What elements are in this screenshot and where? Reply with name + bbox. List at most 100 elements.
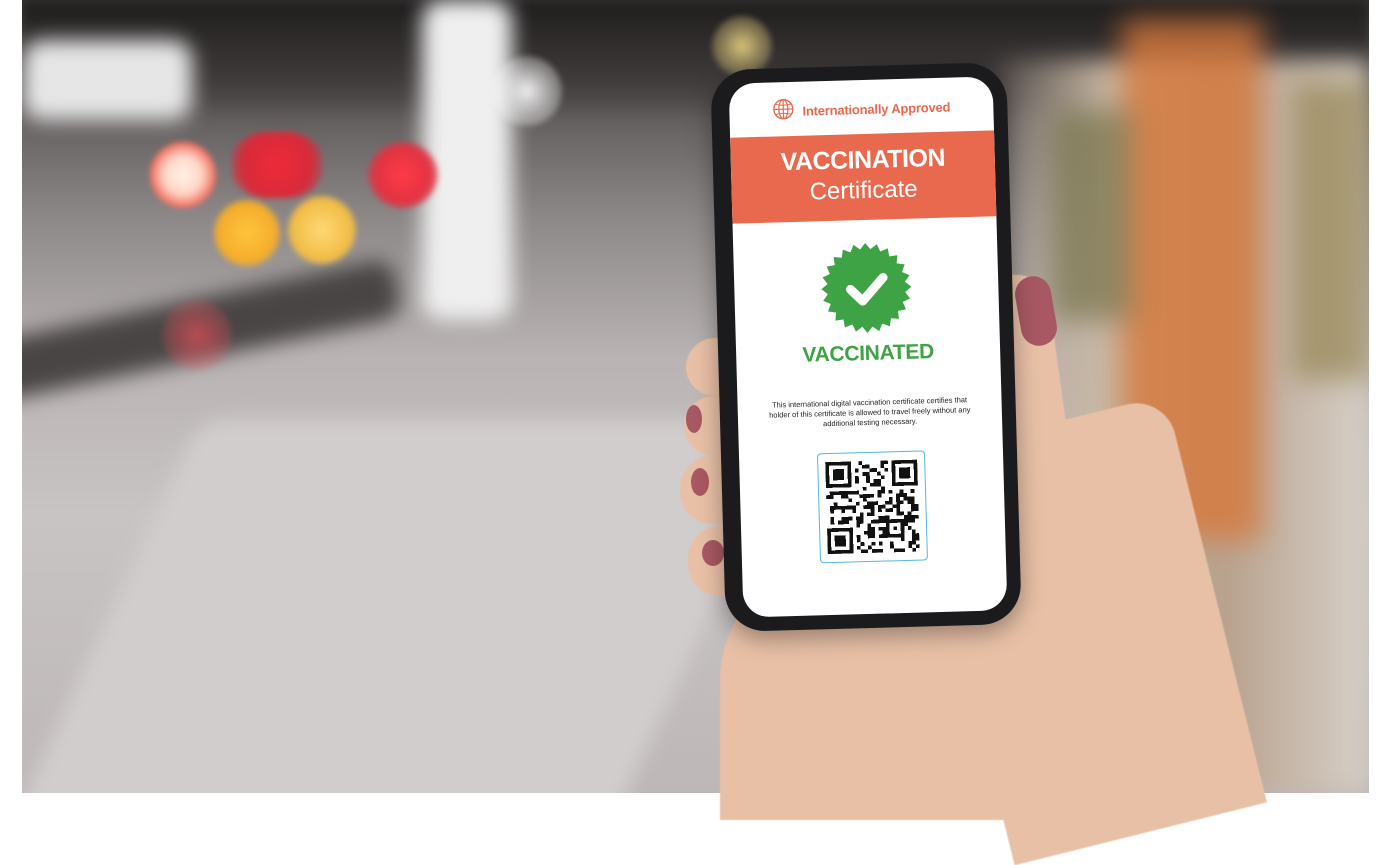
- qr-module: [907, 514, 912, 519]
- qr-module: [908, 544, 913, 549]
- qr-module: [844, 505, 849, 510]
- qr-module: [854, 468, 859, 473]
- qr-module: [859, 512, 864, 517]
- qr-module: [881, 489, 885, 494]
- bokeh-light: [492, 56, 562, 126]
- qr-module: [910, 500, 915, 504]
- qr-module: [848, 490, 852, 495]
- qr-module: [914, 507, 919, 512]
- qr-module: [862, 464, 866, 469]
- qr-module: [880, 475, 885, 480]
- qr-module: [867, 523, 872, 528]
- qr-module: [859, 516, 864, 521]
- qr-module: [893, 526, 898, 531]
- qr-module: [882, 526, 887, 531]
- qr-module: [826, 495, 830, 499]
- qr-module: [881, 486, 885, 491]
- qr-module: [884, 460, 888, 465]
- qr-module: [862, 486, 867, 491]
- qr-module: [868, 545, 872, 550]
- qr-module: [848, 516, 853, 521]
- qr-module: [834, 535, 846, 547]
- qr-module: [874, 501, 878, 505]
- qr-module: [878, 526, 883, 531]
- qr-module: [911, 529, 916, 534]
- qr-module: [873, 479, 878, 483]
- qr-module: [889, 508, 893, 512]
- qr-module: [878, 519, 883, 524]
- qr-module: [852, 505, 856, 510]
- qr-module: [882, 534, 887, 538]
- smartphone: Internationally Approved VACCINATION Cer…: [710, 61, 1022, 633]
- qr-module: [870, 504, 875, 509]
- approved-label: Internationally Approved: [802, 99, 951, 119]
- qr-module: [885, 515, 890, 520]
- pillar-glow: [422, 0, 512, 320]
- qr-module: [848, 505, 853, 510]
- qr-module: [896, 507, 901, 512]
- qr-module: [892, 504, 897, 509]
- finger-nail: [702, 540, 724, 566]
- qr-module: [907, 496, 911, 501]
- qr-module: [866, 494, 871, 498]
- qr-module: [871, 549, 876, 553]
- qr-module: [844, 494, 849, 499]
- qr-module: [896, 504, 901, 509]
- qr-module: [870, 493, 875, 498]
- qr-module: [896, 511, 901, 516]
- qr-module: [841, 509, 846, 514]
- qr-module: [900, 537, 905, 542]
- qr-module: [875, 549, 880, 553]
- qr-module: [844, 490, 849, 495]
- qr-module: [830, 506, 834, 510]
- qr-module: [903, 493, 908, 497]
- qr-module: [870, 508, 875, 513]
- qr-module: [867, 534, 872, 539]
- qr-module: [907, 518, 912, 523]
- qr-module: [870, 512, 875, 517]
- qr-module: [877, 482, 882, 487]
- qr-module: [881, 504, 886, 509]
- qr-module: [837, 505, 842, 510]
- qr-module: [871, 527, 875, 531]
- qr-module: [830, 517, 835, 521]
- qr-module: [845, 516, 849, 521]
- qr-module: [899, 500, 904, 505]
- globe-icon: [772, 98, 795, 126]
- qr-module: [878, 508, 882, 513]
- qr-module: [903, 515, 908, 519]
- qr-module: [840, 494, 845, 499]
- qr-module: [896, 496, 900, 501]
- qr-module: [829, 491, 834, 496]
- qr-module: [860, 549, 865, 554]
- qr-module: [856, 520, 861, 524]
- qr-module: [856, 545, 861, 550]
- qr-module: [870, 501, 875, 506]
- certificate-subtitle: Certificate: [809, 175, 919, 206]
- qr-module: [878, 541, 883, 546]
- qr-module: [912, 540, 916, 545]
- qr-module: [869, 468, 874, 472]
- qr-module: [855, 490, 860, 495]
- qr-module: [898, 467, 911, 479]
- qr-module: [897, 548, 902, 553]
- qr-module: [848, 498, 853, 503]
- qr-module: [899, 493, 904, 497]
- qr-module: [833, 491, 838, 496]
- qr-module: [907, 526, 912, 530]
- qr-module: [907, 500, 912, 505]
- qr-module: [888, 500, 893, 505]
- qr-module: [863, 505, 868, 509]
- phone-screen[interactable]: Internationally Approved VACCINATION Cer…: [728, 76, 1008, 618]
- qr-module: [903, 496, 908, 501]
- certificate-banner: VACCINATION Certificate: [730, 130, 997, 224]
- qr-module: [912, 548, 917, 552]
- qr-module: [879, 548, 883, 553]
- qr-module: [863, 497, 867, 502]
- qr-module: [869, 482, 874, 487]
- qr-module: [915, 536, 920, 541]
- qr-module: [893, 548, 898, 553]
- qr-frame[interactable]: [816, 450, 928, 564]
- bokeh-light: [162, 300, 232, 370]
- qr-module: [911, 533, 916, 538]
